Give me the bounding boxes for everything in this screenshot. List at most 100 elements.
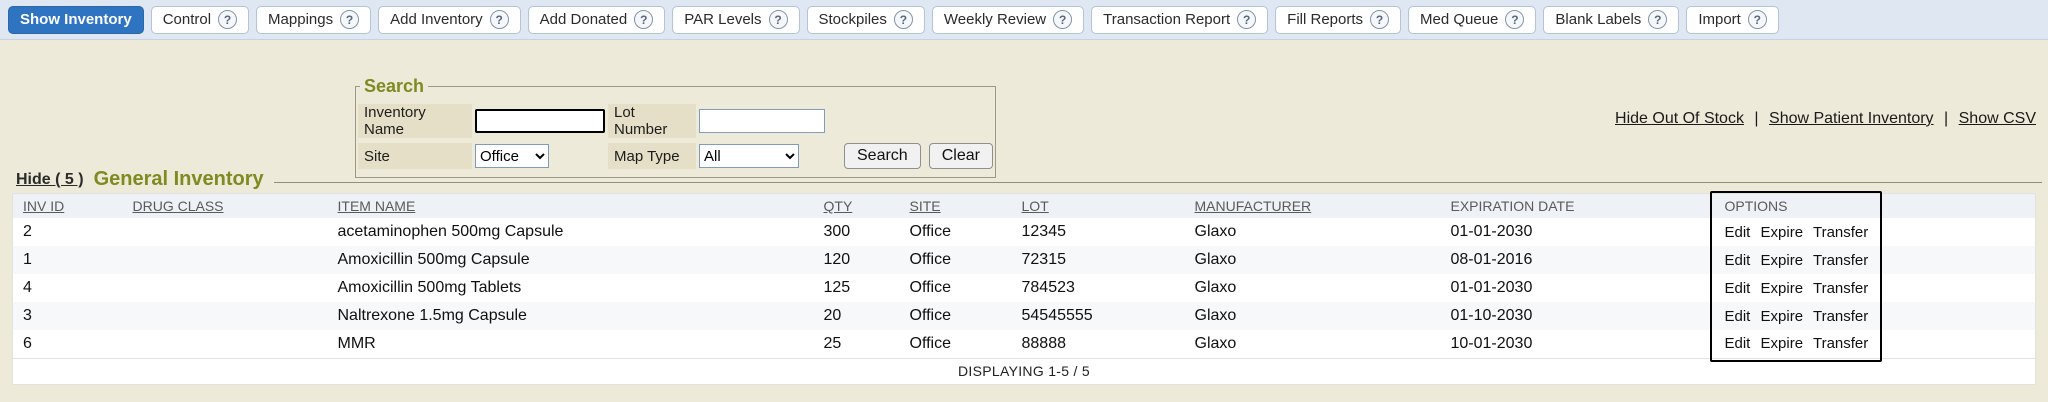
tab-control[interactable]: Control ? — [151, 6, 249, 34]
column-header-label: INV ID — [23, 198, 64, 214]
help-icon[interactable]: ? — [894, 10, 913, 29]
tab-stockpiles[interactable]: Stockpiles ? — [807, 6, 925, 34]
help-icon[interactable]: ? — [1648, 10, 1667, 29]
cell-qty: 25 — [814, 330, 900, 358]
table-header-row: INV ID DRUG CLASS ITEM NAME QTY SITE LOT… — [13, 194, 2036, 219]
expire-link[interactable]: Expire — [1761, 280, 1804, 297]
show-patient-inventory-link[interactable]: Show Patient Inventory — [1769, 110, 1934, 127]
show-csv-link[interactable]: Show CSV — [1959, 110, 2036, 127]
column-header-item-name[interactable]: ITEM NAME — [328, 194, 814, 219]
site-label: Site — [358, 143, 472, 169]
help-icon[interactable]: ? — [634, 10, 653, 29]
column-header-inv-id[interactable]: INV ID — [13, 194, 123, 219]
lot-number-input[interactable] — [699, 109, 825, 133]
clear-button[interactable]: Clear — [929, 143, 993, 169]
table-row: 6 MMR 25 Office 88888 Glaxo 10-01-2030 E… — [13, 330, 2036, 358]
transfer-link[interactable]: Transfer — [1813, 280, 1868, 297]
help-icon[interactable]: ? — [1237, 10, 1256, 29]
transfer-link[interactable]: Transfer — [1813, 252, 1868, 269]
column-header-label: QTY — [824, 198, 853, 214]
help-icon[interactable]: ? — [1370, 10, 1389, 29]
map-type-select[interactable]: All — [699, 144, 799, 168]
help-icon[interactable]: ? — [340, 10, 359, 29]
tab-med-queue[interactable]: Med Queue ? — [1408, 6, 1536, 34]
expire-link[interactable]: Expire — [1761, 224, 1804, 241]
help-icon[interactable]: ? — [769, 10, 788, 29]
cell-site: Office — [900, 246, 1012, 274]
help-icon[interactable]: ? — [218, 10, 237, 29]
search-button[interactable]: Search — [844, 143, 921, 169]
cell-inv-id: 1 — [13, 246, 123, 274]
site-select[interactable]: Office — [475, 144, 549, 168]
search-panel: Search Inventory Name Lot Number Site Of… — [355, 76, 996, 178]
column-header-qty[interactable]: QTY — [814, 194, 900, 219]
column-header-drug-class[interactable]: DRUG CLASS — [123, 194, 328, 219]
hide-out-of-stock-link[interactable]: Hide Out Of Stock — [1615, 110, 1744, 127]
inventory-table-container: INV ID DRUG CLASS ITEM NAME QTY SITE LOT… — [12, 193, 2036, 385]
column-header-manufacturer[interactable]: MANUFACTURER — [1185, 194, 1441, 219]
edit-link[interactable]: Edit — [1725, 252, 1751, 269]
hide-count-link[interactable]: Hide ( 5 ) — [16, 171, 84, 189]
table-row: 2 acetaminophen 500mg Capsule 300 Office… — [13, 218, 2036, 246]
inventory-name-input[interactable] — [475, 109, 605, 133]
cell-manufacturer: Glaxo — [1185, 218, 1441, 246]
expire-link[interactable]: Expire — [1761, 252, 1804, 269]
help-icon[interactable]: ? — [1505, 10, 1524, 29]
tab-fill-reports[interactable]: Fill Reports ? — [1275, 6, 1401, 34]
tab-label: Show Inventory — [20, 11, 132, 28]
tab-add-inventory[interactable]: Add Inventory ? — [378, 6, 521, 34]
expire-link[interactable]: Expire — [1761, 308, 1804, 325]
tab-label: Import — [1698, 11, 1741, 28]
pagination-status: DISPLAYING 1-5 / 5 — [13, 358, 2036, 384]
tab-add-donated[interactable]: Add Donated ? — [528, 6, 666, 34]
column-header-site[interactable]: SITE — [900, 194, 1012, 219]
column-header-label: EXPIRATION DATE — [1451, 198, 1575, 214]
column-header-label: SITE — [910, 198, 941, 214]
cell-manufacturer: Glaxo — [1185, 274, 1441, 302]
tab-label: Fill Reports — [1287, 11, 1363, 28]
tab-transaction-report[interactable]: Transaction Report ? — [1091, 6, 1268, 34]
tab-import[interactable]: Import ? — [1686, 6, 1779, 34]
edit-link[interactable]: Edit — [1725, 335, 1751, 352]
tab-label: Transaction Report — [1103, 11, 1230, 28]
column-header-label: OPTIONS — [1725, 198, 1788, 214]
transfer-link[interactable]: Transfer — [1813, 224, 1868, 241]
cell-inv-id: 4 — [13, 274, 123, 302]
tab-mappings[interactable]: Mappings ? — [256, 6, 371, 34]
tab-weekly-review[interactable]: Weekly Review ? — [932, 6, 1084, 34]
help-icon[interactable]: ? — [1053, 10, 1072, 29]
cell-site: Office — [900, 218, 1012, 246]
tab-label: Add Donated — [540, 11, 628, 28]
tab-label: PAR Levels — [684, 11, 761, 28]
column-header-label: DRUG CLASS — [133, 198, 224, 214]
search-legend: Search — [360, 76, 428, 97]
cell-qty: 300 — [814, 218, 900, 246]
tab-show-inventory[interactable]: Show Inventory — [8, 6, 144, 34]
cell-expiration-date: 10-01-2030 — [1441, 330, 1715, 358]
transfer-link[interactable]: Transfer — [1813, 335, 1868, 352]
tab-par-levels[interactable]: PAR Levels ? — [672, 6, 799, 34]
top-navbar: Show Inventory Control ? Mappings ? Add … — [0, 0, 2048, 40]
tab-label: Mappings — [268, 11, 333, 28]
cell-manufacturer: Glaxo — [1185, 302, 1441, 330]
help-icon[interactable]: ? — [1748, 10, 1767, 29]
cell-drug-class — [123, 246, 328, 274]
cell-expiration-date: 01-10-2030 — [1441, 302, 1715, 330]
map-type-label: Map Type — [608, 143, 696, 169]
column-header-lot[interactable]: LOT — [1012, 194, 1185, 219]
cell-site: Office — [900, 302, 1012, 330]
table-row: 3 Naltrexone 1.5mg Capsule 20 Office 545… — [13, 302, 2036, 330]
column-header-expiration-date: EXPIRATION DATE — [1441, 194, 1715, 219]
tab-blank-labels[interactable]: Blank Labels ? — [1543, 6, 1679, 34]
edit-link[interactable]: Edit — [1725, 280, 1751, 297]
help-icon[interactable]: ? — [490, 10, 509, 29]
transfer-link[interactable]: Transfer — [1813, 308, 1868, 325]
column-header-label: LOT — [1022, 198, 1049, 214]
edit-link[interactable]: Edit — [1725, 224, 1751, 241]
expire-link[interactable]: Expire — [1761, 335, 1804, 352]
edit-link[interactable]: Edit — [1725, 308, 1751, 325]
lot-number-label: Lot Number — [608, 104, 696, 138]
cell-manufacturer: Glaxo — [1185, 246, 1441, 274]
cell-options: Edit Expire Transfer — [1715, 246, 2036, 274]
cell-inv-id: 6 — [13, 330, 123, 358]
